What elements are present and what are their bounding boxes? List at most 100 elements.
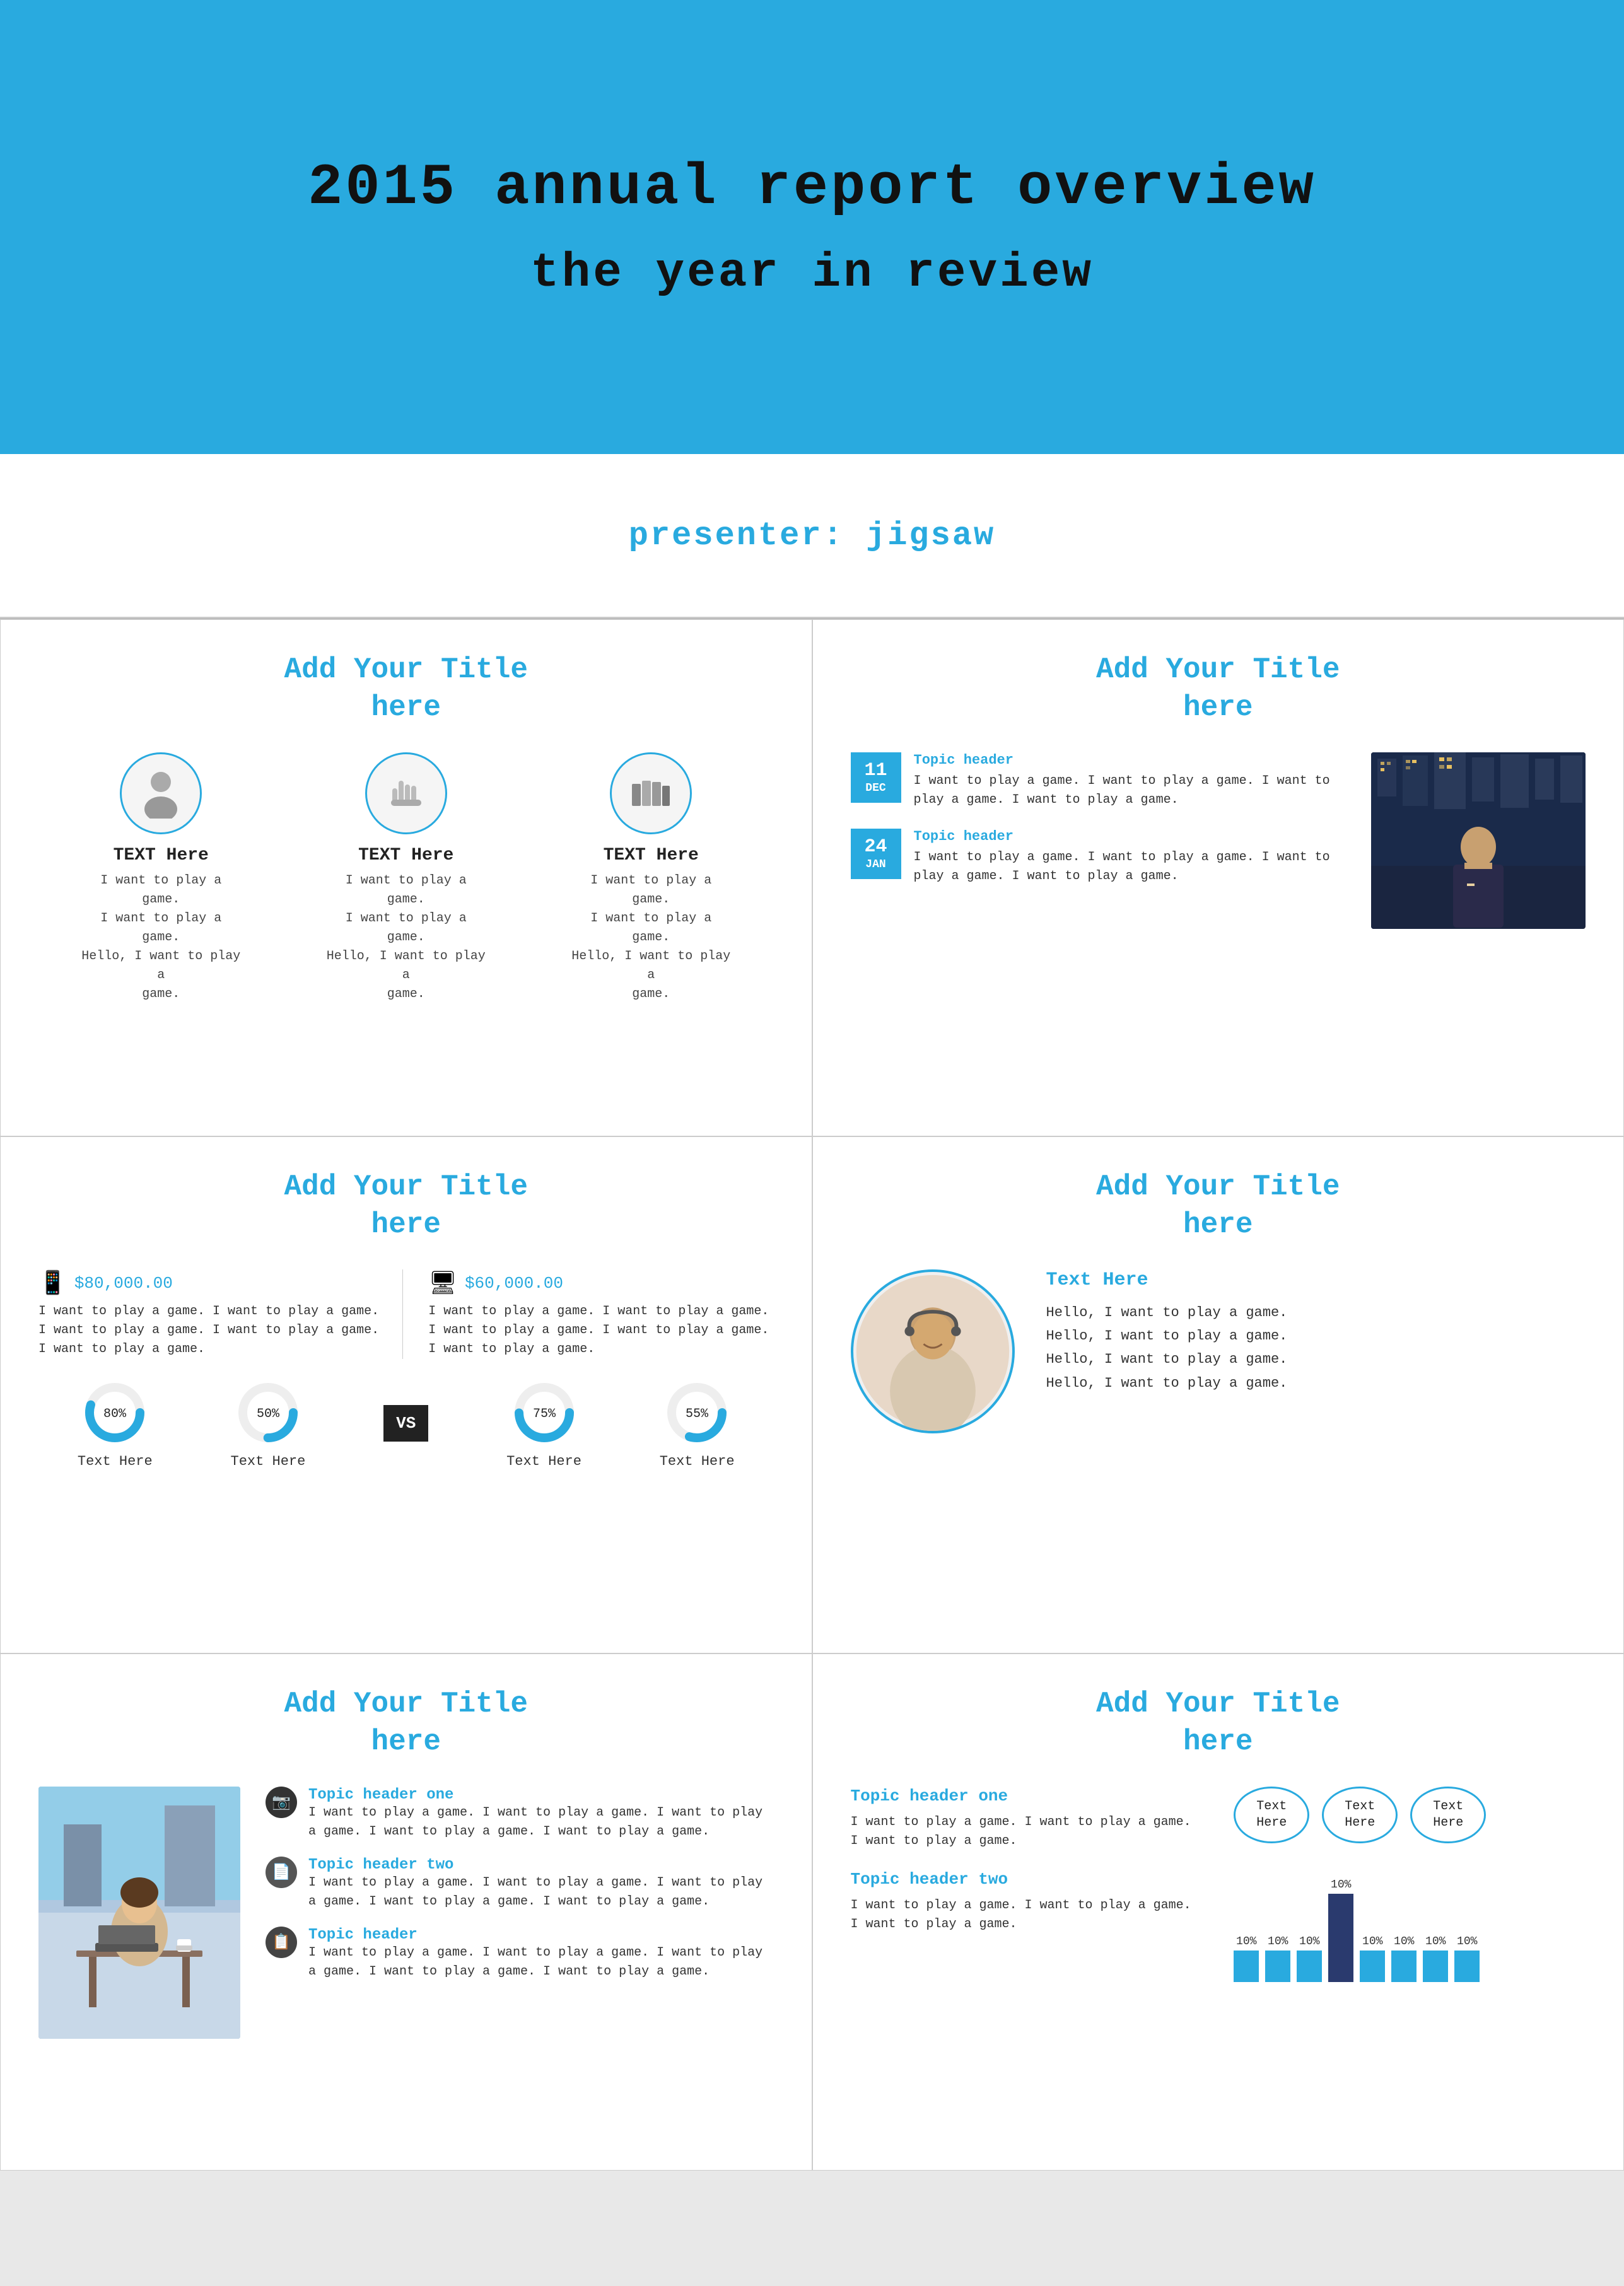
timeline-month-2: JAN bbox=[865, 858, 885, 872]
slide-1-title: Add Your Titlehere bbox=[38, 651, 774, 727]
bar-pct-1: 10% bbox=[1236, 1935, 1256, 1948]
slide-1-label-3: TEXT Here bbox=[604, 846, 699, 865]
slide-1-text-3: I want to play a game.I want to play a g… bbox=[569, 872, 733, 1004]
timeline-day-1: 11 bbox=[864, 759, 887, 782]
books-icon bbox=[626, 768, 676, 819]
slide-3-circles-row: 80% Text Here 50% Text Here VS bbox=[38, 1378, 774, 1469]
slide-4-title: Add Your Titlehere bbox=[851, 1169, 1586, 1244]
slide-5-topic-3-text: I want to play a game. I want to play a … bbox=[308, 1944, 774, 1981]
slide-1-text-1: I want to play a game.I want to play a g… bbox=[79, 872, 243, 1004]
donut-chart-4: 55% bbox=[662, 1378, 732, 1447]
slide-4-text-header: Text Here bbox=[1046, 1269, 1586, 1291]
slide-1-text-2: I want to play a game.I want to play a g… bbox=[324, 872, 488, 1004]
slide-1-item-1: TEXT Here I want to play a game.I want t… bbox=[79, 752, 243, 1004]
slide-1-icons-row: TEXT Here I want to play a game.I want t… bbox=[38, 752, 774, 1004]
bar-pct-4: 10% bbox=[1331, 1879, 1351, 1891]
svg-text:55%: 55% bbox=[686, 1407, 709, 1421]
page: 2015 annual report overview the year in … bbox=[0, 0, 1624, 2171]
slide-1-circle-1 bbox=[120, 752, 202, 834]
slide-5-topic-1-row: 📷 Topic header one I want to play a game… bbox=[266, 1787, 774, 1841]
timeline-month-1: DEC bbox=[865, 782, 885, 796]
slide-3-device-right: 🖥 $60,000.00 bbox=[428, 1269, 773, 1297]
bar-2 bbox=[1265, 1951, 1290, 1982]
donut-label-3: Text Here bbox=[506, 1454, 581, 1469]
bar-pct-5: 10% bbox=[1362, 1935, 1382, 1948]
slide-2-title: Add Your Titlehere bbox=[851, 651, 1586, 727]
slide-3-top: 📱 $80,000.00 I want to play a game. I wa… bbox=[38, 1269, 774, 1359]
donut-label-2: Text Here bbox=[231, 1454, 306, 1469]
slide-5-topic-2-label: Topic header two bbox=[308, 1857, 774, 1874]
camera-icon-2: 📄 bbox=[266, 1857, 297, 1888]
slide-6-content: Topic header one I want to play a game. … bbox=[851, 1787, 1586, 1995]
svg-text:80%: 80% bbox=[103, 1407, 127, 1421]
slide-1-item-3: TEXT Here I want to play a game.I want t… bbox=[569, 752, 733, 1004]
bar-pct-8: 10% bbox=[1457, 1935, 1477, 1948]
slide-5-image bbox=[38, 1787, 240, 2039]
bar-5 bbox=[1360, 1951, 1385, 1982]
text-bubble-1: TextHere bbox=[1234, 1787, 1309, 1843]
slide-5-topic-1: Topic header one I want to play a game. … bbox=[308, 1787, 774, 1841]
hand-icon bbox=[381, 768, 431, 819]
camera-icon-1: 📷 bbox=[266, 1787, 297, 1818]
slide-6-right: TextHere TextHere TextHere 10% 10% bbox=[1234, 1787, 1586, 1995]
bar-pct-3: 10% bbox=[1299, 1935, 1319, 1948]
desktop-icon: 🖥 bbox=[428, 1269, 457, 1297]
timeline-date-1: 11 DEC bbox=[851, 752, 901, 803]
timeline-body-2: Topic header I want to play a game. I wa… bbox=[914, 829, 1347, 886]
slide-4-content: Text Here Hello, I want to play a game.H… bbox=[851, 1269, 1586, 1433]
slide-1-circle-2 bbox=[365, 752, 447, 834]
bar-group-1: 10% bbox=[1234, 1935, 1259, 1982]
slide-6: Add Your Titlehere Topic header one I wa… bbox=[812, 1653, 1624, 2171]
slide-3-amount-left: $80,000.00 bbox=[74, 1274, 173, 1293]
timeline-day-2: 24 bbox=[864, 836, 887, 858]
slide-6-topic-1-header: Topic header one bbox=[851, 1787, 1203, 1805]
business-person-image bbox=[1371, 752, 1586, 929]
slide-4-text-body: Hello, I want to play a game.Hello, I wa… bbox=[1046, 1301, 1586, 1396]
slide-2: Add Your Titlehere 11 DEC Topic header I… bbox=[812, 619, 1624, 1136]
donut-1: 80% Text Here bbox=[78, 1378, 153, 1469]
bar-pct-6: 10% bbox=[1394, 1935, 1414, 1948]
timeline-header-2: Topic header bbox=[914, 829, 1347, 844]
bar-group-8: 10% bbox=[1454, 1935, 1480, 1982]
slide-5-topic-3: Topic header I want to play a game. I wa… bbox=[308, 1927, 774, 1981]
slide-5-topic-2: Topic header two I want to play a game. … bbox=[308, 1857, 774, 1911]
donut-chart-3: 75% bbox=[510, 1378, 579, 1447]
slide-3-desc-right: I want to play a game. I want to play a … bbox=[428, 1302, 773, 1359]
slide-6-title: Add Your Titlehere bbox=[851, 1686, 1586, 1761]
hero-title: 2015 annual report overview bbox=[308, 155, 1316, 221]
slide-3-col-left: 📱 $80,000.00 I want to play a game. I wa… bbox=[38, 1269, 403, 1359]
mobile-icon: 📱 bbox=[38, 1269, 67, 1297]
timeline-item-2: 24 JAN Topic header I want to play a gam… bbox=[851, 829, 1347, 886]
bar-group-6: 10% bbox=[1391, 1935, 1417, 1982]
bar-group-5: 10% bbox=[1360, 1935, 1385, 1982]
person-circle-image bbox=[853, 1269, 1012, 1433]
slide-6-topic-1-text: I want to play a game. I want to play a … bbox=[851, 1813, 1203, 1851]
text-bubble-3: TextHere bbox=[1410, 1787, 1486, 1843]
slide-5-topic-3-label: Topic header bbox=[308, 1927, 774, 1944]
camera-icon-3: 📋 bbox=[266, 1927, 297, 1958]
person-icon bbox=[136, 768, 186, 819]
timeline-date-2: 24 JAN bbox=[851, 829, 901, 879]
slide-3-title: Add Your Titlehere bbox=[38, 1169, 774, 1244]
slide-5-topic-3-row: 📋 Topic header I want to play a game. I … bbox=[266, 1927, 774, 1981]
slide-1-item-2: TEXT Here I want to play a game.I want t… bbox=[324, 752, 488, 1004]
bar-7 bbox=[1423, 1951, 1448, 1982]
slide-2-content: 11 DEC Topic header I want to play a gam… bbox=[851, 752, 1586, 929]
slide-2-timeline: 11 DEC Topic header I want to play a gam… bbox=[851, 752, 1347, 929]
timeline-header-1: Topic header bbox=[914, 752, 1347, 768]
presenter-label: presenter: jigsaw bbox=[629, 517, 996, 554]
timeline-text-2: I want to play a game. I want to play a … bbox=[914, 848, 1347, 886]
slide-4-circle bbox=[851, 1269, 1015, 1433]
bar-group-4: 10% bbox=[1328, 1879, 1353, 1982]
bar-group-3: 10% bbox=[1297, 1935, 1322, 1982]
slide-1-label-2: TEXT Here bbox=[358, 846, 453, 865]
donut-chart-2: 50% bbox=[233, 1378, 303, 1447]
bar-8 bbox=[1454, 1951, 1480, 1982]
donut-2: 50% Text Here bbox=[231, 1378, 306, 1469]
text-bubble-row: TextHere TextHere TextHere bbox=[1234, 1787, 1586, 1843]
slide-1: Add Your Titlehere TEXT Here I want to p… bbox=[0, 619, 812, 1136]
presenter-section: presenter: jigsaw bbox=[0, 454, 1624, 618]
bar-group-7: 10% bbox=[1423, 1935, 1448, 1982]
slide-5-topic-2-text: I want to play a game. I want to play a … bbox=[308, 1874, 774, 1911]
donut-4: 55% Text Here bbox=[660, 1378, 735, 1469]
